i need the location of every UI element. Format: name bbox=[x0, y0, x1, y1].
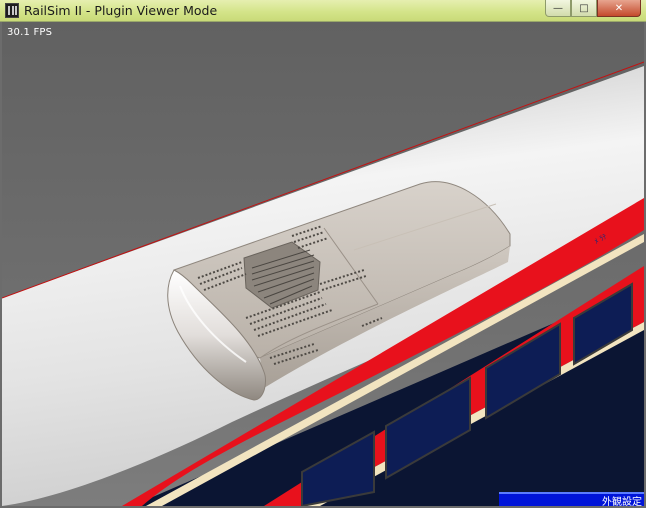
plugin-viewport[interactable]: ﾒ ﾗﾃ 30.1 FPS 外観設定 bbox=[2, 22, 644, 506]
minimize-icon: — bbox=[553, 2, 563, 14]
status-indicator[interactable]: 外観設定 bbox=[499, 492, 644, 506]
minimize-button[interactable]: — bbox=[545, 0, 571, 17]
close-icon: ✕ bbox=[614, 2, 624, 14]
window-title: RailSim II - Plugin Viewer Mode bbox=[24, 3, 218, 18]
railsim-app-icon[interactable] bbox=[5, 3, 19, 18]
title-bar[interactable]: RailSim II - Plugin Viewer Mode — □ ✕ bbox=[0, 0, 646, 22]
maximize-button[interactable]: □ bbox=[571, 0, 597, 17]
window-controls: — □ ✕ bbox=[545, 0, 641, 18]
maximize-icon: □ bbox=[579, 2, 589, 14]
app-window: RailSim II - Plugin Viewer Mode — □ ✕ ﾒ … bbox=[0, 0, 646, 508]
status-label: 外観設定 bbox=[602, 497, 642, 506]
train-roof-model: ﾒ ﾗﾃ bbox=[2, 61, 644, 506]
close-button[interactable]: ✕ bbox=[597, 0, 641, 17]
fps-counter: 30.1 FPS bbox=[7, 27, 53, 38]
